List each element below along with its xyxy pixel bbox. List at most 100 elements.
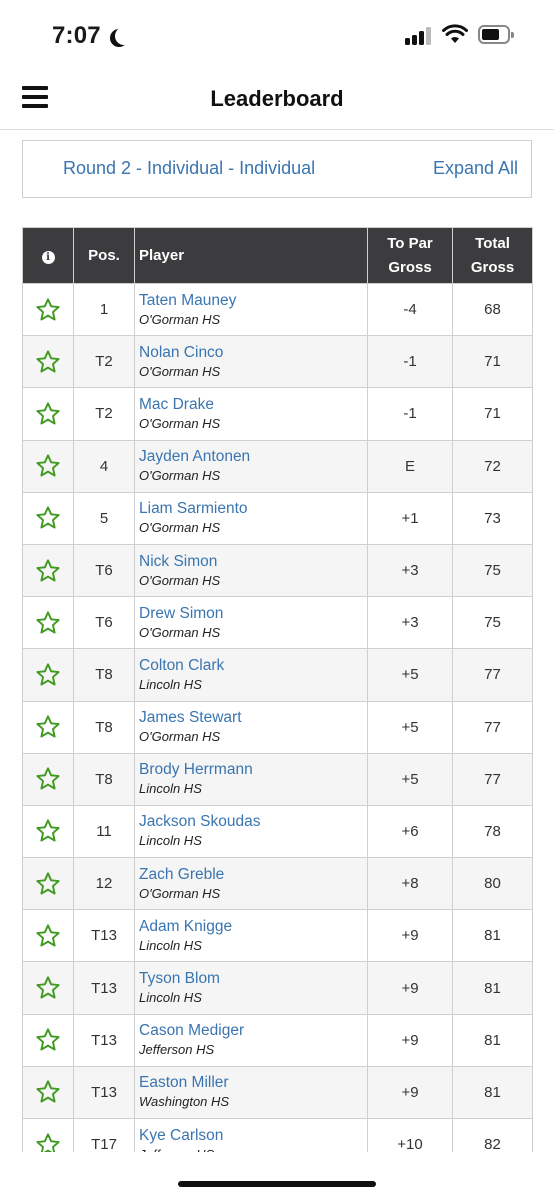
status-time: 7:07	[52, 22, 101, 49]
to-par-header-line1: To Par	[387, 234, 433, 252]
table-row[interactable]: T8 Colton Clark Lincoln HS +5 77	[22, 648, 533, 702]
table-row[interactable]: T6 Drew Simon O'Gorman HS +3 75	[22, 596, 533, 650]
leaderboard-table: i Pos. Player To Par Gross Total Gross 1…	[22, 227, 533, 1172]
favorite-star-icon[interactable]	[35, 505, 61, 531]
favorite-star-icon[interactable]	[35, 453, 61, 479]
total-gross-cell: 81	[452, 909, 533, 963]
table-row[interactable]: 5 Liam Sarmiento O'Gorman HS +1 73	[22, 491, 533, 545]
favorite-star-icon[interactable]	[35, 1027, 61, 1053]
total-gross-cell: 81	[452, 961, 533, 1015]
cellular-signal-icon	[405, 27, 433, 45]
to-par-cell: +3	[367, 596, 453, 650]
table-row[interactable]: T13 Cason Mediger Jefferson HS +9 81	[22, 1013, 533, 1067]
table-row[interactable]: T13 Tyson Blom Lincoln HS +9 81	[22, 961, 533, 1015]
position-cell: 11	[73, 804, 135, 859]
total-gross-cell: 73	[452, 491, 533, 545]
player-name-link[interactable]: Tyson Blom	[139, 969, 367, 988]
total-gross-cell: 78	[452, 804, 533, 859]
table-row[interactable]: 1 Taten Mauney O'Gorman HS -4 68	[22, 282, 533, 337]
player-cell: Brody Herrmann Lincoln HS	[134, 752, 368, 806]
player-name-link[interactable]: Nick Simon	[139, 552, 367, 571]
position-cell: 4	[73, 439, 135, 493]
favorite-star-icon[interactable]	[35, 401, 61, 427]
favorite-star-icon[interactable]	[35, 1079, 61, 1105]
to-par-cell: -1	[367, 387, 453, 441]
player-school: O'Gorman HS	[139, 415, 221, 431]
to-par-cell: +8	[367, 857, 453, 911]
player-name-link[interactable]: Easton Miller	[139, 1073, 367, 1092]
table-row[interactable]: T13 Adam Knigge Lincoln HS +9 81	[22, 909, 533, 963]
player-name-link[interactable]: Cason Mediger	[139, 1021, 367, 1040]
table-row[interactable]: T8 James Stewart O'Gorman HS +5 77	[22, 700, 533, 754]
favorite-cell	[22, 543, 74, 598]
total-header-line2: Gross	[470, 258, 515, 276]
to-par-cell: -1	[367, 335, 453, 389]
favorite-star-icon[interactable]	[35, 714, 61, 740]
table-row[interactable]: 11 Jackson Skoudas Lincoln HS +6 78	[22, 804, 533, 859]
favorite-star-icon[interactable]	[35, 349, 61, 375]
player-school: Lincoln HS	[139, 676, 202, 692]
to-par-cell: +5	[367, 700, 453, 754]
table-row[interactable]: T6 Nick Simon O'Gorman HS +3 75	[22, 543, 533, 598]
table-row[interactable]: T8 Brody Herrmann Lincoln HS +5 77	[22, 752, 533, 806]
favorite-cell	[22, 752, 74, 806]
expand-all-link[interactable]: Expand All	[433, 158, 518, 179]
player-school: O'Gorman HS	[139, 729, 221, 745]
favorite-star-icon[interactable]	[35, 975, 61, 1001]
round-selector: Round 2 - Individual - Individual Expand…	[22, 140, 532, 198]
player-school: Lincoln HS	[139, 781, 202, 797]
player-school: O'Gorman HS	[139, 572, 221, 588]
favorite-star-icon[interactable]	[35, 662, 61, 688]
player-name-link[interactable]: Jayden Antonen	[139, 447, 367, 466]
favorite-star-icon[interactable]	[35, 558, 61, 584]
favorite-star-icon[interactable]	[35, 297, 61, 323]
to-par-cell: +6	[367, 804, 453, 859]
table-row[interactable]: 4 Jayden Antonen O'Gorman HS E 72	[22, 439, 533, 493]
to-par-cell: +5	[367, 648, 453, 702]
player-name-link[interactable]: Liam Sarmiento	[139, 499, 367, 518]
player-school: O'Gorman HS	[139, 624, 221, 640]
table-row[interactable]: T2 Mac Drake O'Gorman HS -1 71	[22, 387, 533, 441]
favorite-star-icon[interactable]	[35, 766, 61, 792]
wifi-icon	[442, 24, 468, 43]
round-dropdown[interactable]: Round 2 - Individual - Individual	[63, 158, 315, 179]
total-gross-cell: 77	[452, 648, 533, 702]
player-name-link[interactable]: Nolan Cinco	[139, 343, 367, 362]
position-cell: T8	[73, 648, 135, 702]
player-name-link[interactable]: Zach Greble	[139, 865, 367, 884]
favorite-star-icon[interactable]	[35, 923, 61, 949]
total-gross-cell: 80	[452, 857, 533, 911]
position-cell: 12	[73, 857, 135, 911]
table-row[interactable]: T2 Nolan Cinco O'Gorman HS -1 71	[22, 335, 533, 389]
favorite-cell	[22, 387, 74, 441]
favorite-star-icon[interactable]	[35, 818, 61, 844]
favorite-star-icon[interactable]	[35, 871, 61, 897]
favorite-cell	[22, 1065, 74, 1120]
total-gross-cell: 77	[452, 752, 533, 806]
favorite-star-icon[interactable]	[35, 610, 61, 636]
player-name-link[interactable]: Taten Mauney	[139, 291, 367, 310]
player-cell: Tyson Blom Lincoln HS	[134, 961, 368, 1015]
player-name-link[interactable]: Kye Carlson	[139, 1126, 367, 1145]
player-name-link[interactable]: Brody Herrmann	[139, 760, 367, 779]
table-row[interactable]: T13 Easton Miller Washington HS +9 81	[22, 1065, 533, 1120]
info-icon[interactable]: i	[41, 250, 55, 264]
player-name-link[interactable]: Colton Clark	[139, 656, 367, 675]
to-par-cell: +9	[367, 1065, 453, 1120]
total-gross-cell: 81	[452, 1065, 533, 1120]
total-gross-cell: 72	[452, 439, 533, 493]
player-name-link[interactable]: Drew Simon	[139, 604, 367, 623]
table-row[interactable]: 12 Zach Greble O'Gorman HS +8 80	[22, 857, 533, 911]
player-name-link[interactable]: Adam Knigge	[139, 917, 367, 936]
player-name-link[interactable]: James Stewart	[139, 708, 367, 727]
info-header[interactable]: i	[22, 227, 74, 284]
player-cell: Adam Knigge Lincoln HS	[134, 909, 368, 963]
position-cell: T8	[73, 700, 135, 754]
total-header-line1: Total	[475, 234, 510, 252]
player-name-link[interactable]: Jackson Skoudas	[139, 812, 367, 831]
total-gross-cell: 68	[452, 282, 533, 337]
player-name-link[interactable]: Mac Drake	[139, 395, 367, 414]
favorite-cell	[22, 648, 74, 702]
player-cell: Zach Greble O'Gorman HS	[134, 857, 368, 911]
to-par-cell: +1	[367, 491, 453, 545]
